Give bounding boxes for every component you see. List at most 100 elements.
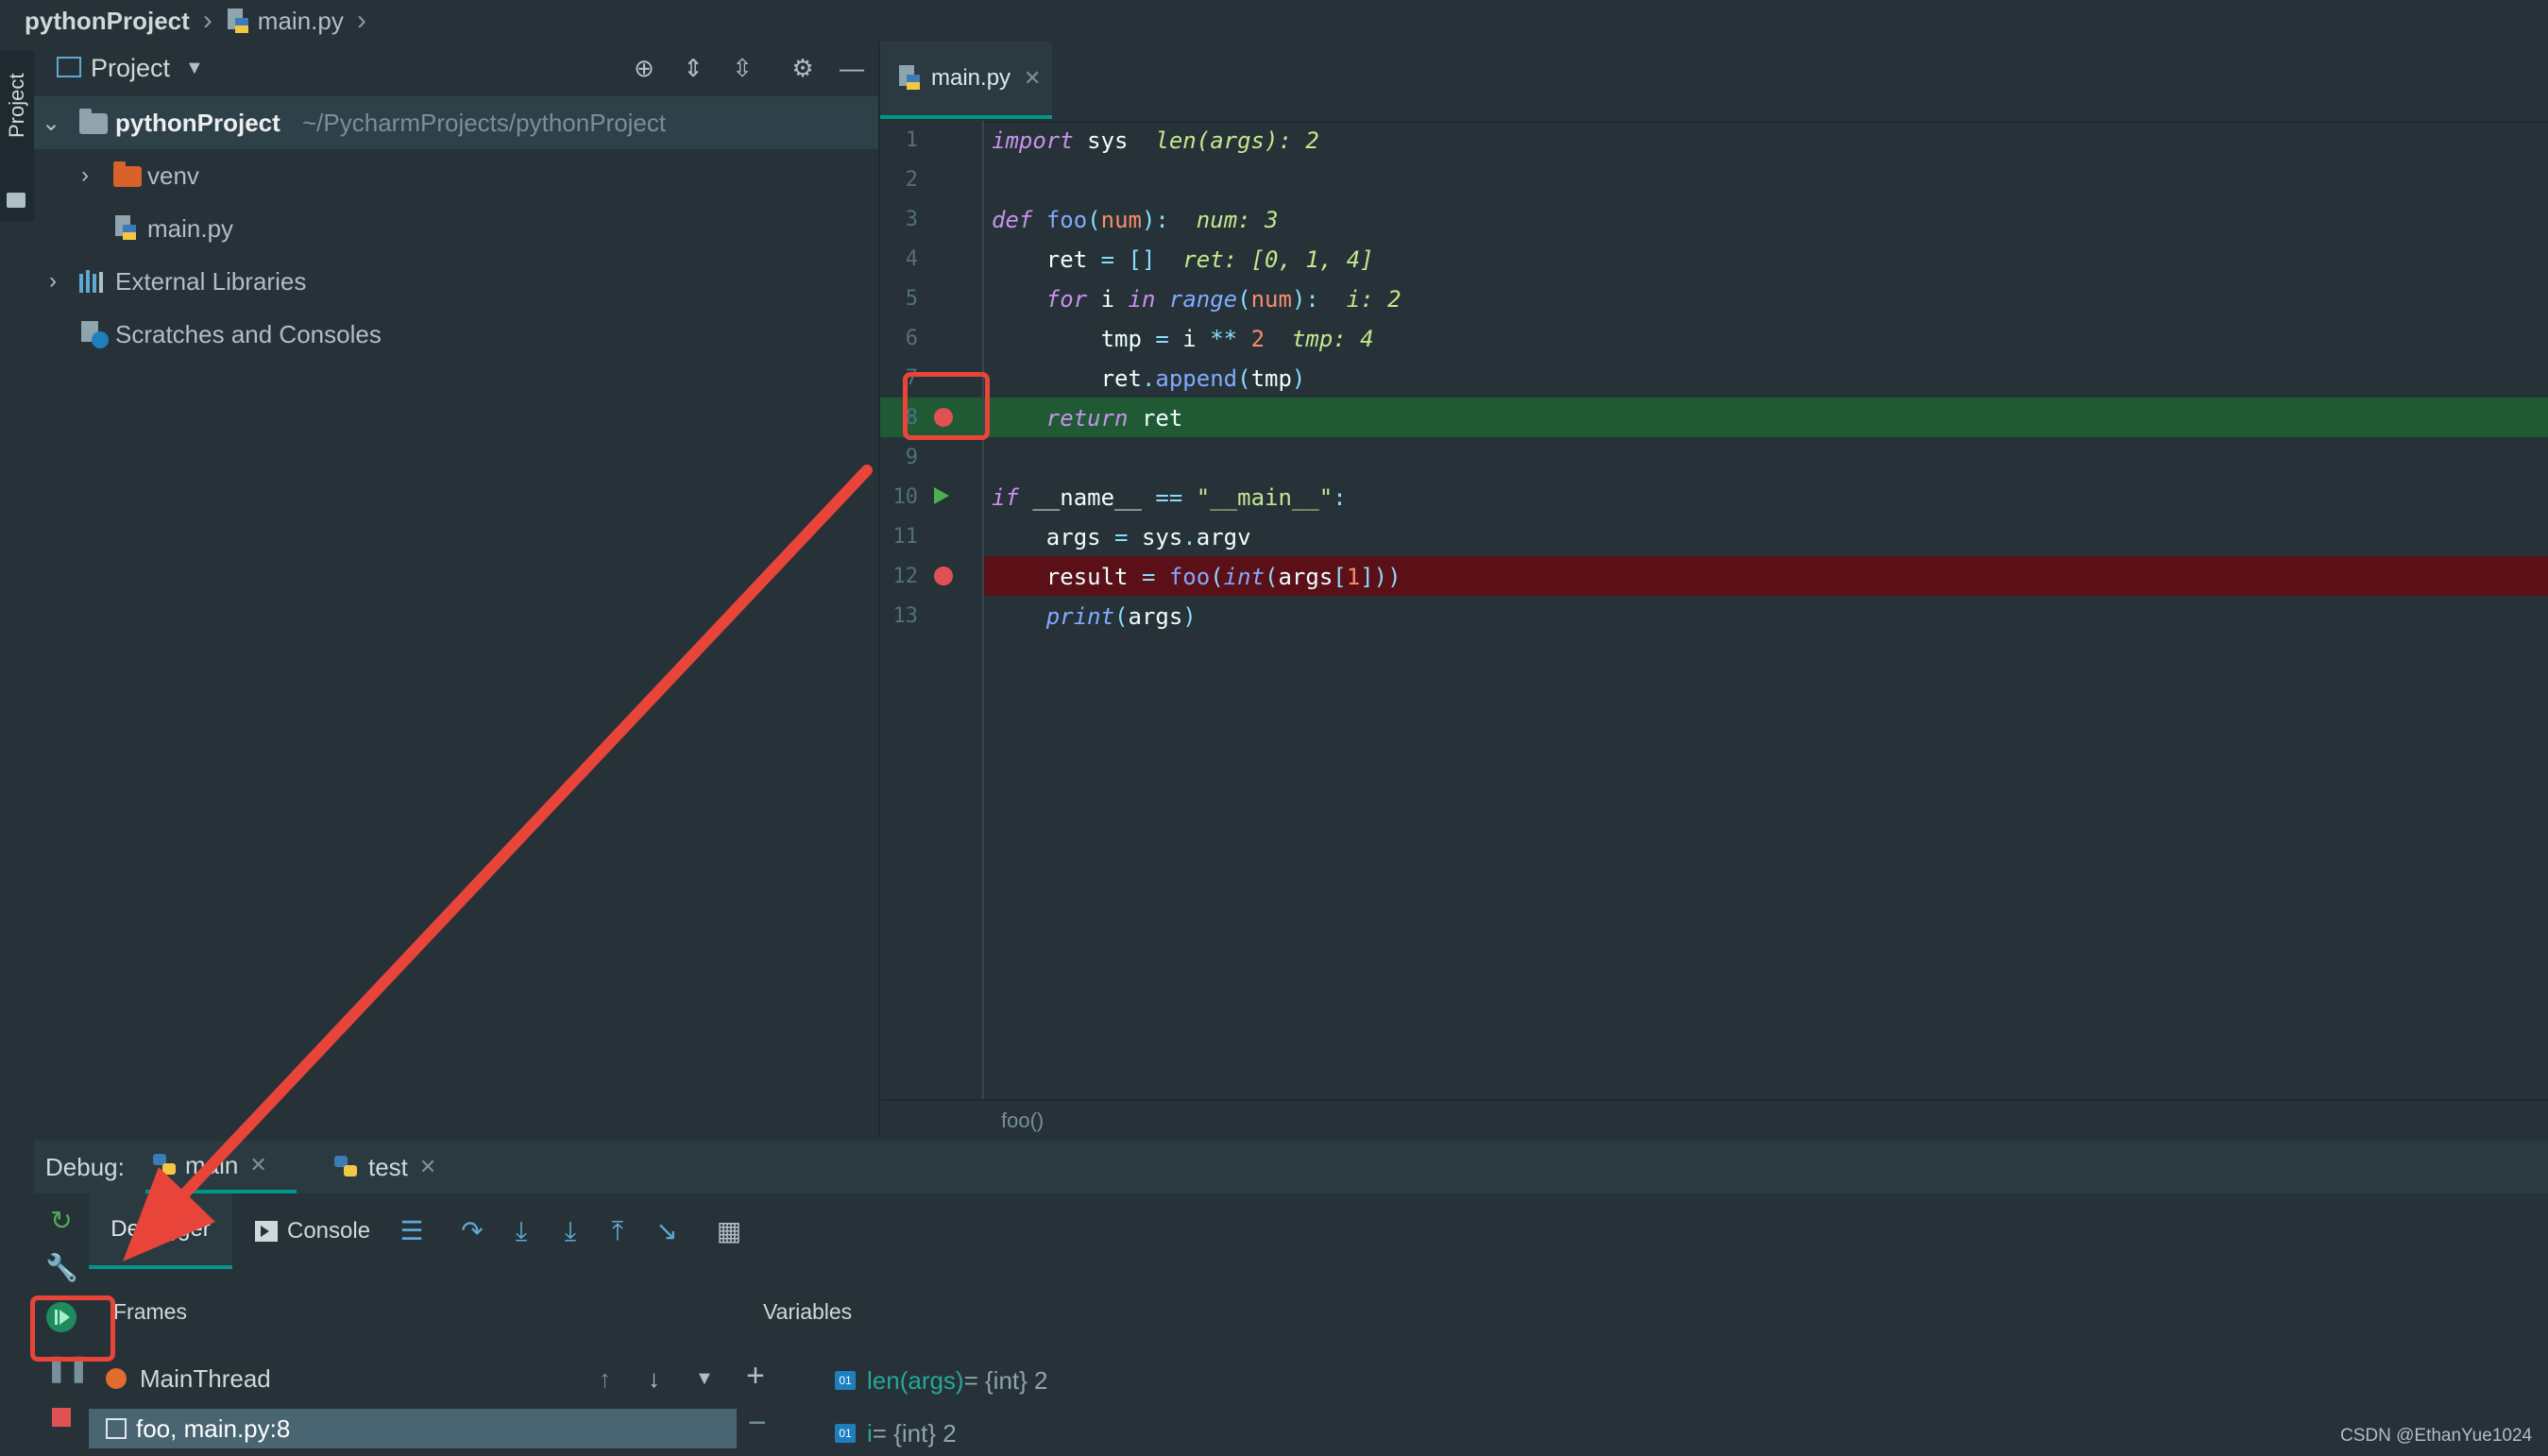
folder-icon (113, 161, 142, 187)
run-to-cursor-icon[interactable]: ↘ (650, 1214, 684, 1248)
code-line-10[interactable]: if __name__ == "__main__": (992, 478, 2548, 517)
step-into-my-code-icon[interactable]: ⤓ (553, 1214, 587, 1248)
chevron-right-icon[interactable]: › (76, 162, 94, 189)
close-icon[interactable]: ✕ (419, 1155, 436, 1179)
debug-toolbar: Debugger Console ☰ ↷ ⤓ ⤓ ⤒ ↘ ▦ (89, 1194, 2548, 1269)
tree-item-path: ~/PycharmProjects/pythonProject (302, 108, 667, 137)
code-line-3[interactable]: def foo(num): num: 3 (992, 200, 2548, 240)
evaluate-expression-icon[interactable]: ▦ (712, 1214, 746, 1248)
thread-selector[interactable]: MainThread ↑ ↓ ▼ (89, 1360, 740, 1397)
variable-row[interactable]: 01 i = {int} 2 (835, 1414, 957, 1452)
chevron-down-icon[interactable]: ▼ (695, 1368, 714, 1390)
chevron-down-icon[interactable]: ▼ (185, 58, 204, 79)
chevron-down-icon[interactable]: ⌄ (42, 110, 60, 137)
frame-icon (106, 1418, 127, 1439)
gear-icon[interactable]: ⚙ (788, 53, 818, 83)
line-number: 11 (892, 525, 919, 549)
editor-breadcrumb-function[interactable]: foo() (1001, 1109, 1044, 1133)
tree-item-label: main.py (147, 213, 234, 243)
line-number: 9 (905, 446, 918, 469)
editor-tab-bar: main.py ✕ (880, 42, 2548, 123)
code-line-1[interactable]: import sys len(args): 2 (992, 121, 2548, 161)
tab-console[interactable]: Console (255, 1194, 370, 1269)
chevron-right-icon: › (356, 5, 366, 36)
code-line-12[interactable]: result = foo(int(args[1])) (992, 557, 2548, 597)
chevron-right-icon: › (202, 5, 212, 36)
line-number: 2 (905, 168, 918, 192)
variables-header: Variables (763, 1299, 853, 1324)
code-line-6[interactable]: tmp = i ** 2 tmp: 4 (992, 319, 2548, 359)
breadcrumb-file[interactable]: main.py (258, 7, 344, 36)
scratches-icon (81, 321, 109, 348)
debug-label: Debug: (45, 1152, 125, 1181)
run-gutter-icon[interactable] (934, 487, 949, 504)
thread-label: MainThread (140, 1363, 271, 1393)
watermark: CSDN @EthanYue1024 (2340, 1426, 2533, 1446)
project-panel-header: Project ▼ ⊕ ⇕ ⇳ ⚙ — (34, 42, 878, 94)
tab-debugger[interactable]: Debugger (89, 1194, 232, 1269)
code-line-13[interactable]: print(args) (992, 597, 2548, 636)
project-panel: Project ▼ ⊕ ⇕ ⇳ ⚙ — ⌄ pythonProject ~/Py… (34, 42, 880, 1137)
frame-row-selected[interactable]: foo, main.py:8 (89, 1409, 737, 1448)
arrow-down-icon[interactable]: ↓ (648, 1364, 660, 1394)
debug-window-header: Debug: main ✕ test ✕ (34, 1141, 2548, 1194)
code-line-11[interactable]: args = sys.argv (992, 517, 2548, 557)
wrench-icon[interactable]: 🔧 (45, 1252, 78, 1284)
tree-item-pythonproject[interactable]: ⌄ pythonProject ~/PycharmProjects/python… (34, 96, 878, 149)
console-label: Console (287, 1218, 371, 1244)
tab-main-py[interactable]: main.py ✕ (880, 42, 1052, 119)
show-execution-point-icon[interactable]: ☰ (395, 1214, 429, 1248)
project-panel-title[interactable]: Project (91, 54, 170, 83)
inline-value-hint: i: 2 (1346, 286, 1401, 313)
minimize-icon[interactable]: — (837, 53, 867, 83)
inline-value-hint: len(args): 2 (1155, 127, 1319, 154)
python-icon (153, 1154, 176, 1175)
add-watch-icon[interactable]: + (746, 1358, 765, 1395)
chevron-right-icon[interactable]: › (43, 268, 62, 295)
inline-value-hint: num: 3 (1196, 207, 1279, 233)
annotation-box-breakpoint (903, 372, 990, 440)
tree-item-scratches[interactable]: Scratches and Consoles (34, 308, 878, 361)
tree-item-label: pythonProject (115, 108, 280, 137)
editor-breadcrumb-bar: foo() (880, 1099, 2548, 1141)
line-number: 6 (905, 327, 918, 350)
step-out-icon[interactable]: ⤒ (601, 1214, 635, 1248)
tree-item-external-libraries[interactable]: › External Libraries (34, 255, 878, 308)
variable-row[interactable]: 01 len(args) = {int} 2 (835, 1362, 1048, 1399)
breadcrumb: pythonProject › main.py › (0, 0, 2548, 42)
python-file-icon (899, 65, 920, 90)
tree-item-main-py[interactable]: main.py (34, 202, 878, 255)
tab-label: main.py (931, 65, 1011, 91)
debug-tab-main[interactable]: main ✕ (145, 1141, 297, 1194)
locate-icon[interactable]: ⊕ (629, 53, 659, 83)
stop-icon[interactable] (45, 1401, 77, 1433)
frames-header: Frames (113, 1299, 187, 1324)
rerun-icon[interactable]: ↻ (45, 1205, 77, 1237)
close-icon[interactable]: ✕ (1024, 66, 1041, 91)
code-line-8[interactable]: return ret (992, 398, 2548, 438)
arrow-up-icon[interactable]: ↑ (599, 1364, 611, 1394)
code-line-7[interactable]: ret.append(tmp) (992, 359, 2548, 398)
close-icon[interactable]: ✕ (249, 1153, 266, 1177)
python-icon (334, 1156, 357, 1177)
code-line-4[interactable]: ret = [] ret: [0, 1, 4] (992, 240, 2548, 279)
step-over-icon[interactable]: ↷ (455, 1214, 489, 1248)
expand-all-icon[interactable]: ⇕ (678, 53, 708, 83)
debug-tab-test[interactable]: test ✕ (332, 1141, 436, 1194)
variable-name: len(args) (867, 1365, 964, 1395)
breakpoint-icon[interactable] (934, 567, 953, 585)
collapse-all-icon[interactable]: ⇳ (727, 53, 757, 83)
code-line-5[interactable]: for i in range(num): i: 2 (992, 279, 2548, 319)
library-icon (79, 270, 103, 293)
tree-item-venv[interactable]: › venv (34, 149, 878, 202)
project-tool-tab[interactable]: Project (0, 51, 34, 221)
variable-value: = {int} 2 (872, 1418, 957, 1448)
gutter-separator (982, 121, 984, 1099)
debug-tab-label: test (368, 1152, 408, 1181)
step-into-icon[interactable]: ⤓ (504, 1214, 538, 1248)
int-variable-icon: 01 (835, 1424, 856, 1443)
python-file-icon (115, 215, 136, 240)
line-number: 12 (892, 565, 919, 588)
breadcrumb-project[interactable]: pythonProject (25, 7, 190, 36)
remove-watch-icon[interactable]: − (748, 1405, 767, 1442)
